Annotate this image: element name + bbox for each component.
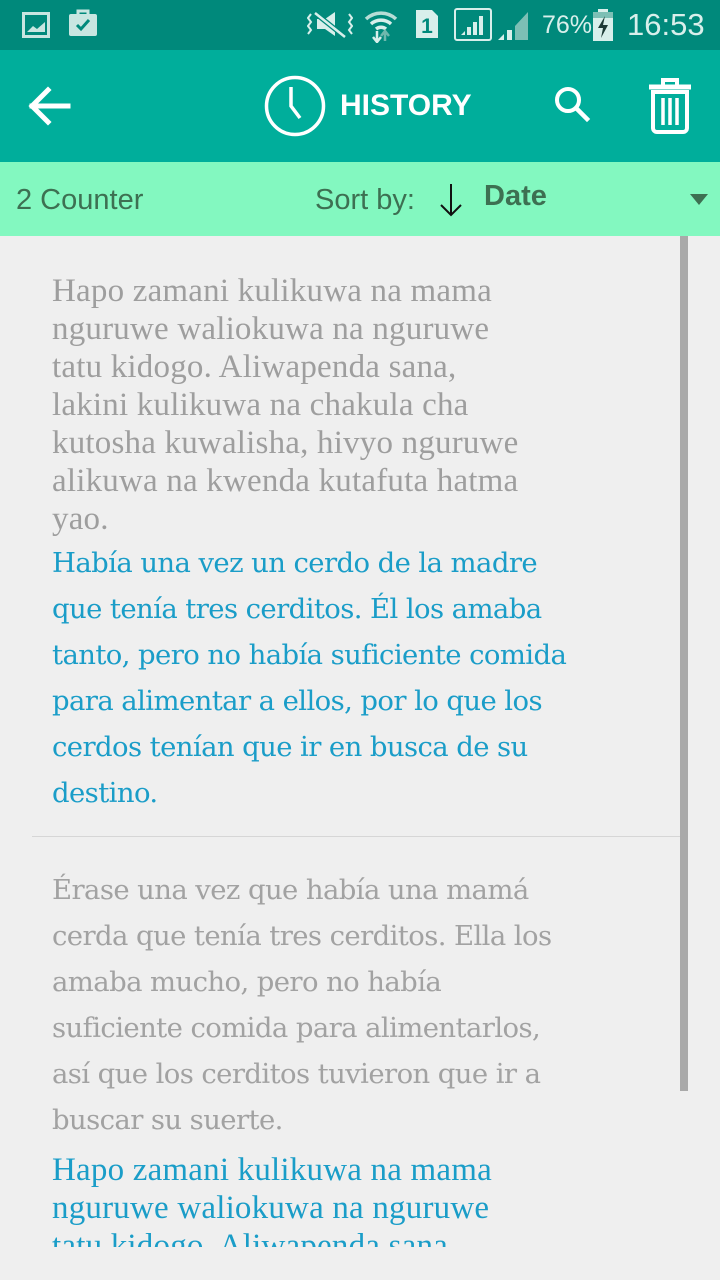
text-line: yao. [52, 501, 109, 537]
sim1-icon: 1 [416, 10, 438, 38]
sort-dropdown[interactable] [600, 172, 720, 228]
text-line: tatu kidogo. Aliwapenda sana, [52, 349, 457, 385]
text-line: cerdos tenían que ir en busca de su [52, 731, 528, 763]
text-line: amaba mucho, pero no había [52, 966, 442, 998]
back-button[interactable] [22, 80, 74, 132]
delete-all-button[interactable] [645, 76, 695, 136]
signal-2-icon [498, 12, 528, 40]
history-counter: 2 Counter [16, 184, 144, 216]
clock-icon [264, 75, 326, 137]
battery-percent: 76% [542, 11, 593, 39]
text-line: suficiente comida para alimentarlos, [52, 1012, 541, 1044]
search-icon [555, 87, 591, 123]
text-line: así que los cerditos tuvieron que ir a [52, 1058, 541, 1090]
gallery-notification-icon [22, 12, 50, 38]
task-notification-icon [69, 9, 97, 36]
vibrate-mute-icon [307, 11, 353, 39]
text-line: buscar su suerte. [52, 1104, 283, 1136]
text-line: nguruwe waliokuwa na nguruwe [52, 1190, 490, 1226]
text-line: alikuwa na kwenda kutafuta hatma [52, 463, 519, 499]
text-line: nguruwe waliokuwa na nguruwe [52, 311, 490, 347]
svg-text:1: 1 [421, 15, 433, 38]
sort-label: Sort by: [315, 184, 415, 216]
history-list: Hapo zamani kulikuwa na mama nguruwe wal… [0, 236, 720, 1280]
text-line: Érase una vez que había una mamá [52, 874, 529, 906]
signal-icon [454, 8, 492, 41]
text-line: tanto, pero no había suficiente comida [52, 639, 567, 671]
arrow-left-icon [28, 86, 71, 126]
text-line: Hapo zamani kulikuwa na mama [52, 273, 492, 309]
status-bar: 1 76% 16:53 [0, 0, 720, 50]
history-item[interactable]: Hapo zamani kulikuwa na mama nguruwe wal… [52, 272, 667, 816]
text-line: kutosha kuwalisha, hivyo nguruwe [52, 425, 519, 461]
list-scrollbar[interactable] [680, 236, 688, 1091]
list-clip-edge [0, 1247, 720, 1280]
item-divider [32, 836, 687, 837]
text-line: cerda que tenía tres cerditos. Ella los [52, 920, 552, 952]
page-title-group: HISTORY [264, 75, 472, 137]
sort-bar: 2 Counter Sort by: Date [0, 162, 720, 236]
trash-icon [649, 78, 691, 134]
battery-charging-icon [593, 9, 613, 41]
translation-text: Había una vez un cerdo de la madre que t… [52, 540, 667, 816]
text-line: para alimentar a ellos, por lo que los [52, 685, 543, 717]
text-line: Hapo zamani kulikuwa na mama [52, 1152, 492, 1188]
text-line: Había una vez un cerdo de la madre [52, 547, 538, 579]
source-text: Hapo zamani kulikuwa na mama nguruwe wal… [52, 272, 667, 538]
text-line: destino. [52, 777, 158, 809]
text-line: lakini kulikuwa na chakula cha [52, 387, 469, 423]
text-line: que tenía tres cerditos. Él los amaba [52, 593, 542, 625]
page-title: HISTORY [340, 89, 472, 122]
search-button[interactable] [548, 80, 598, 130]
wifi-icon [364, 11, 398, 43]
history-item[interactable]: Érase una vez que había una mamá cerda q… [52, 867, 667, 1265]
clock-time: 16:53 [627, 7, 705, 42]
app-bar: HISTORY [0, 50, 720, 162]
arrow-down-icon[interactable] [436, 182, 466, 218]
source-text: Érase una vez que había una mamá cerda q… [52, 867, 667, 1143]
caret-down-icon [690, 194, 708, 205]
sort-value[interactable]: Date [484, 180, 547, 213]
